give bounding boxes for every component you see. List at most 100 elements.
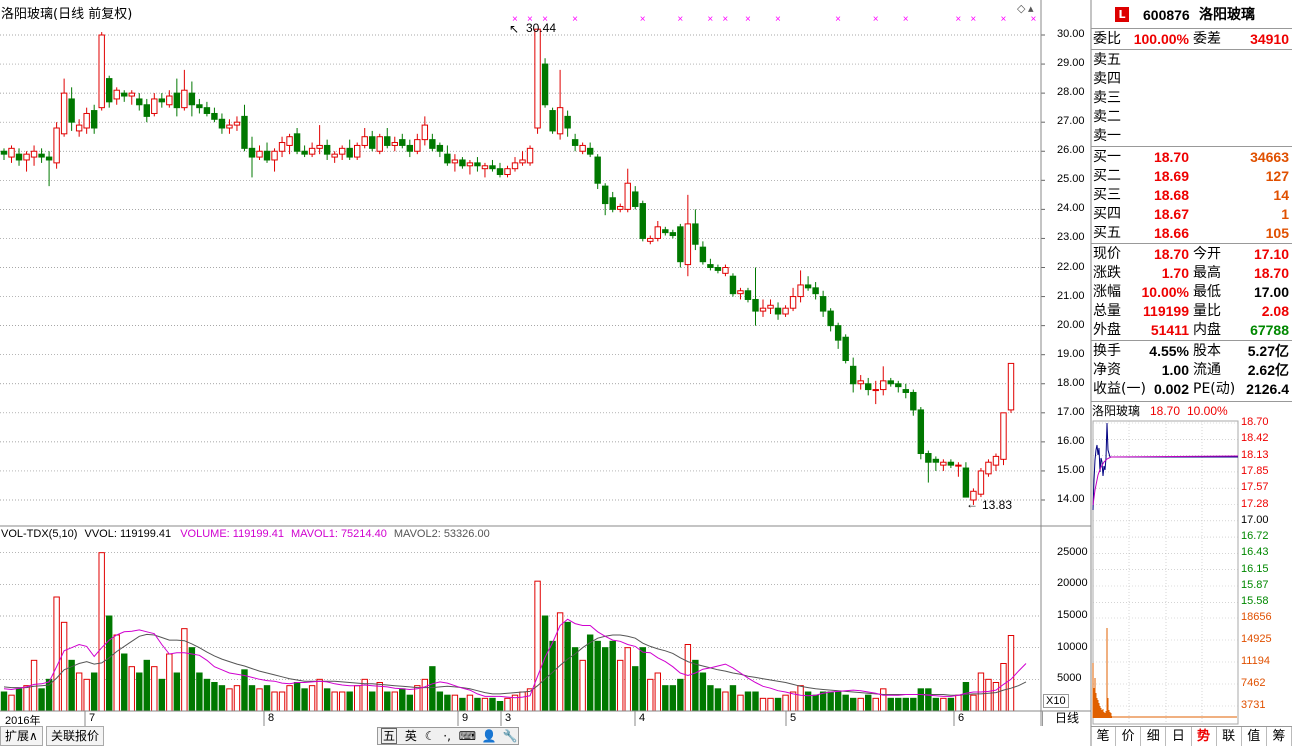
volume-bar [436,691,444,712]
wrench-icon[interactable]: 🔧 [503,729,518,743]
fund-label: 股本 [1193,343,1221,359]
tab-2[interactable]: 细 [1141,727,1167,746]
volume-bar [496,701,504,712]
candle-body [128,92,135,97]
price-tick-label: 24.00 [1057,202,1085,215]
volume-bar [384,691,391,712]
volume-bar [391,691,398,712]
ime-english[interactable]: 英 [405,729,417,743]
min-arrow-icon: ← [966,497,978,511]
weibi-row: 委比 100.00% 委差 34910 [1091,30,1292,49]
candle-body [729,275,737,295]
volume-bar [992,682,1000,712]
dot-icon[interactable]: ·, [443,729,451,743]
event-marker: × [902,14,909,25]
candle-body [23,153,30,161]
divider [1091,340,1292,341]
candle-body [985,461,992,475]
event-marker: × [835,14,841,25]
candle-body [669,232,677,237]
candle-body [782,307,789,315]
volume-bar [662,685,669,712]
sell-row: 卖五 [1091,51,1292,70]
volume-bar [647,678,654,712]
tab-5[interactable]: 联 [1217,727,1242,746]
volume-bar [767,697,774,712]
volume-bar [278,691,286,712]
candle-body [353,144,361,158]
buy-price: 18.66 [1153,225,1189,241]
volume-tick-label: 5000 [1057,672,1082,685]
min-price-label: 13.83 [982,498,1013,512]
month-label: 9 [462,712,469,724]
period-button[interactable]: 日线 [1042,711,1091,726]
stat-label: 外盘 [1093,322,1121,338]
volume-bar [985,678,992,712]
candle-body [256,150,263,158]
candle-body [624,182,631,210]
expand-button[interactable]: 扩展∧ [0,726,43,746]
tab-1[interactable]: 价 [1116,727,1142,746]
tab-7[interactable]: 筹 [1267,727,1292,746]
ime-toolbar[interactable]: 五 英 ☾ ·, ⌨ 👤 🔧 [377,727,519,745]
tab-3[interactable]: 日 [1166,727,1192,746]
month-label: 3 [505,712,512,724]
buy-label: 买四 [1093,206,1121,222]
volume-bar [23,685,30,712]
mini-price-tick: 15.87 [1241,579,1269,591]
event-marker: × [744,14,751,25]
candle-body [947,461,955,466]
related-quotes-button[interactable]: 关联报价 [46,726,105,746]
candle-body [15,153,23,161]
user-icon[interactable]: 👤 [482,729,497,743]
fund-row: 换手 4.55% 股本 5.27亿 [1091,342,1292,361]
ime-wubi[interactable]: 五 [381,728,398,744]
diamond-icon[interactable]: ◇ [1017,2,1026,15]
candle-body [571,139,579,146]
price-tick-label: 16.00 [1057,434,1085,447]
candle-body [188,92,196,106]
stat-label: 总量 [1093,303,1121,319]
buy-row: 买四 18.67 1 [1091,205,1292,224]
volume-bar [151,666,158,712]
volume-bar [654,672,662,712]
volume-bar [804,691,812,712]
candle-body [684,223,692,266]
price-tick-label: 26.00 [1057,144,1085,157]
stat-value: 67788 [1250,322,1289,338]
volume-value: VOLUME: 119199.41 [180,528,284,540]
candle-body [677,226,684,263]
stock-name: 洛阳玻璃 [1199,7,1255,23]
tab-0[interactable]: 笔 [1091,727,1117,746]
volume-bar [481,697,489,712]
candle-body [489,165,496,170]
fund-value: 2.62亿 [1247,362,1289,378]
candle-body [639,203,646,239]
volume-bar [887,697,894,712]
volume-bar [759,697,767,712]
volume-bar [692,659,699,712]
mini-price-tick: 18.70 [1241,416,1269,428]
candle-body [113,89,120,100]
candle-body [887,380,894,385]
buy-volume: 105 [1265,225,1289,241]
volume-bar [0,691,8,712]
volume-tick-label: 20000 [1057,577,1088,590]
keyboard-icon[interactable]: ⌨ [459,729,476,743]
volume-bar [75,672,83,712]
sell-label: 卖三 [1093,90,1121,106]
moon-icon[interactable]: ☾ [425,729,436,743]
event-marker: × [970,14,977,25]
x10-button[interactable]: X10 [1043,694,1069,708]
candle-body [977,470,985,495]
volume-bar [752,691,759,712]
mini-price: 18.70 [1150,404,1181,418]
tab-6[interactable]: 值 [1242,727,1267,746]
candle-body [541,63,549,106]
volume-bar [331,691,338,712]
candle-body [564,115,571,129]
tab-4[interactable]: 势 [1192,727,1217,746]
candle-body [632,191,639,207]
candle-body [586,147,594,155]
divider [1091,243,1292,244]
